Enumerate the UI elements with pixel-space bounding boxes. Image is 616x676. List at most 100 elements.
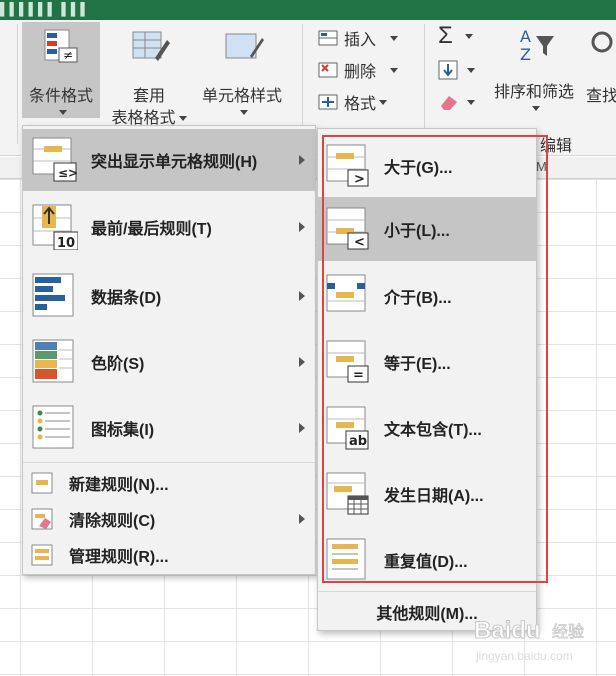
chevron-down-icon xyxy=(467,99,475,105)
cell-styles-button[interactable]: 单元格样式 xyxy=(196,22,288,118)
submenu-item-label: 介于(B)... xyxy=(384,290,452,307)
conditional-formatting-label: 条件格式 xyxy=(28,88,93,105)
between-icon xyxy=(326,274,370,318)
svg-text:=: = xyxy=(353,368,364,383)
svg-text:经验: 经验 xyxy=(552,622,584,641)
chevron-right-icon xyxy=(299,291,305,301)
delete-cells-icon xyxy=(318,60,338,80)
menu-item-highlight-cells-rules[interactable]: ≤> 突出显示单元格规则(H) xyxy=(23,129,315,191)
sort-filter-label: 排序和筛选 xyxy=(493,84,574,101)
submenu-item-greater-than[interactable]: > 大于(G)... xyxy=(318,135,536,197)
submenu-item-equal-to[interactable]: = 等于(E)... xyxy=(318,331,536,393)
find-label: 查找 xyxy=(586,88,616,105)
chevron-down-icon xyxy=(178,116,187,122)
chevron-right-icon xyxy=(299,222,305,232)
eraser-icon xyxy=(438,92,458,112)
title-bar: ▌▌▌▌▌▌ ▌▌▌ xyxy=(0,0,616,20)
less-than-icon: < xyxy=(326,207,370,251)
chevron-down-icon xyxy=(390,67,399,73)
submenu-item-label: 文本包含(T)... xyxy=(384,422,482,439)
conditional-formatting-icon: ≠ xyxy=(43,28,79,64)
conditional-formatting-menu: ≤> 突出显示单元格规则(H) 10 最前/最后规则(T) 数据条(D) 色阶(… xyxy=(22,125,316,575)
submenu-item-date-occurring[interactable]: 发生日期(A)... xyxy=(318,463,536,525)
submenu-item-between[interactable]: 介于(B)... xyxy=(318,265,536,327)
highlight-cells-submenu: > 大于(G)... < 小于(L)... 介于(B)... = 等于(E)..… xyxy=(317,128,537,631)
equal-to-icon: = xyxy=(326,340,370,384)
editing-group-label: 编辑 xyxy=(540,138,573,155)
svg-text:<: < xyxy=(354,235,365,250)
clear-rules-icon xyxy=(31,508,53,530)
menu-item-label: 管理规则(R)... xyxy=(69,549,169,566)
insert-button[interactable]: 插入 xyxy=(318,24,399,52)
submenu-item-less-than[interactable]: < 小于(L)... xyxy=(318,197,536,261)
sigma-icon: Σ xyxy=(438,22,453,49)
insert-label: 插入 xyxy=(344,32,377,49)
menu-item-data-bars[interactable]: 数据条(D) xyxy=(23,264,315,328)
insert-cells-icon xyxy=(318,28,338,48)
top-bottom-icon: 10 xyxy=(32,204,79,251)
menu-item-color-scales[interactable]: 色阶(S) xyxy=(23,330,315,394)
ribbon-separator xyxy=(424,24,425,144)
fill-down-icon xyxy=(438,60,458,80)
baidu-jingyan-watermark: Baidu 经验 jingyan.baidu.com xyxy=(474,617,585,664)
data-bars-icon xyxy=(32,273,78,319)
menu-item-manage-rules[interactable]: 管理规则(R)... xyxy=(23,538,315,572)
submenu-item-duplicate-values[interactable]: 重复值(D)... xyxy=(318,529,536,591)
duplicate-values-icon xyxy=(326,538,370,582)
text-contains-icon: ab xyxy=(326,406,370,450)
submenu-item-label: 等于(E)... xyxy=(384,356,451,373)
menu-divider xyxy=(318,591,536,592)
chevron-down-icon xyxy=(464,33,473,39)
svg-text:jingyan.baidu.com: jingyan.baidu.com xyxy=(475,649,573,663)
svg-text:≠: ≠ xyxy=(63,48,73,62)
submenu-item-label: 发生日期(A)... xyxy=(384,488,484,505)
delete-button[interactable]: 删除 xyxy=(318,56,399,84)
submenu-item-label: 大于(G)... xyxy=(384,160,453,177)
menu-divider xyxy=(23,462,315,463)
new-rule-icon xyxy=(31,472,53,494)
chevron-right-icon xyxy=(299,514,305,524)
menu-item-label: 突出显示单元格规则(H) xyxy=(91,154,258,171)
format-button[interactable]: 格式 xyxy=(318,88,388,116)
conditional-formatting-button[interactable]: ≠ 条件格式 xyxy=(22,22,100,118)
sort-filter-button[interactable]: A Z 排序和筛选 xyxy=(486,22,582,122)
autosum-button[interactable]: Σ xyxy=(438,22,473,50)
clear-button[interactable] xyxy=(438,88,475,116)
menu-item-clear-rules[interactable]: 清除规则(C) xyxy=(23,502,315,536)
menu-item-label: 清除规则(C) xyxy=(69,513,156,530)
chevron-down-icon xyxy=(239,110,248,116)
chevron-down-icon xyxy=(390,35,399,41)
format-cells-icon xyxy=(318,92,338,112)
menu-item-label: 数据条(D) xyxy=(91,290,162,307)
greater-than-icon: > xyxy=(326,144,370,188)
submenu-item-label: 小于(L)... xyxy=(384,223,450,240)
column-header-m: M xyxy=(536,159,547,174)
format-as-table-button[interactable]: 套用 表格格式 xyxy=(104,22,194,127)
format-as-table-icon xyxy=(131,28,170,64)
icon-sets-icon xyxy=(32,405,78,451)
chevron-down-icon xyxy=(58,110,67,116)
svg-text:Z: Z xyxy=(520,45,531,62)
sort-filter-icon: A Z xyxy=(516,26,554,64)
badge-ten: 10 xyxy=(57,236,75,250)
chevron-right-icon xyxy=(299,357,305,367)
menu-item-icon-sets[interactable]: 图标集(I) xyxy=(23,396,315,460)
manage-rules-icon xyxy=(31,544,53,566)
cell-styles-icon xyxy=(224,28,264,64)
fill-button[interactable] xyxy=(438,56,475,84)
svg-text:Baidu: Baidu xyxy=(474,617,541,644)
svg-text:ab: ab xyxy=(349,434,367,449)
chevron-right-icon xyxy=(299,155,305,165)
cell-styles-label: 单元格样式 xyxy=(201,88,282,105)
menu-item-top-bottom-rules[interactable]: 10 最前/最后规则(T) xyxy=(23,196,315,258)
submenu-item-text-contains[interactable]: ab 文本包含(T)... xyxy=(318,397,536,459)
svg-text:>: > xyxy=(354,172,365,187)
find-select-button[interactable]: 查找 xyxy=(584,22,616,122)
menu-item-label: 新建规则(N)... xyxy=(69,477,169,494)
svg-text:≤>: ≤> xyxy=(58,166,78,180)
menu-item-label: 图标集(I) xyxy=(91,422,155,439)
chevron-down-icon xyxy=(379,99,388,105)
menu-item-new-rule[interactable]: 新建规则(N)... xyxy=(23,466,315,500)
svg-text:A: A xyxy=(520,27,531,46)
chevron-right-icon xyxy=(299,423,305,433)
